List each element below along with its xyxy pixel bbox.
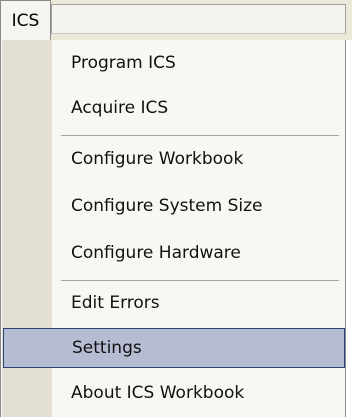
menu-item-configure-workbook[interactable]: Configure Workbook — [1, 139, 345, 179]
app-window: ICS Program ICS Acquire ICS Configure Wo… — [0, 0, 352, 417]
menu-item-acquire-ics[interactable]: Acquire ICS — [1, 88, 345, 128]
menu-item-program-ics[interactable]: Program ICS — [1, 43, 345, 83]
menu-item-label: About ICS Workbook — [71, 383, 245, 403]
menu-item-edit-errors[interactable]: Edit Errors — [1, 283, 345, 323]
menu-item-configure-hardware[interactable]: Configure Hardware — [1, 233, 345, 273]
menu-item-label: Acquire ICS — [71, 98, 169, 118]
menu-item-label: Edit Errors — [71, 293, 160, 313]
menu-item-settings[interactable]: Settings — [3, 328, 345, 368]
menu-bar: ICS — [0, 0, 352, 40]
menu-item-label: Configure System Size — [71, 196, 263, 216]
menu-ics[interactable]: ICS — [0, 0, 51, 40]
menu-item-label: Configure Hardware — [71, 243, 241, 263]
menu-item-about-ics-workbook[interactable]: About ICS Workbook — [1, 373, 345, 413]
menu-bar-field — [51, 4, 346, 34]
ics-dropdown-menu: Program ICS Acquire ICS Configure Workbo… — [0, 40, 346, 417]
menu-separator — [61, 135, 339, 136]
menu-item-label: Settings — [72, 338, 142, 358]
menu-item-label: Configure Workbook — [71, 149, 244, 169]
menu-item-label: Program ICS — [71, 53, 176, 73]
menu-item-configure-system-size[interactable]: Configure System Size — [1, 186, 345, 226]
menu-separator — [61, 280, 339, 281]
